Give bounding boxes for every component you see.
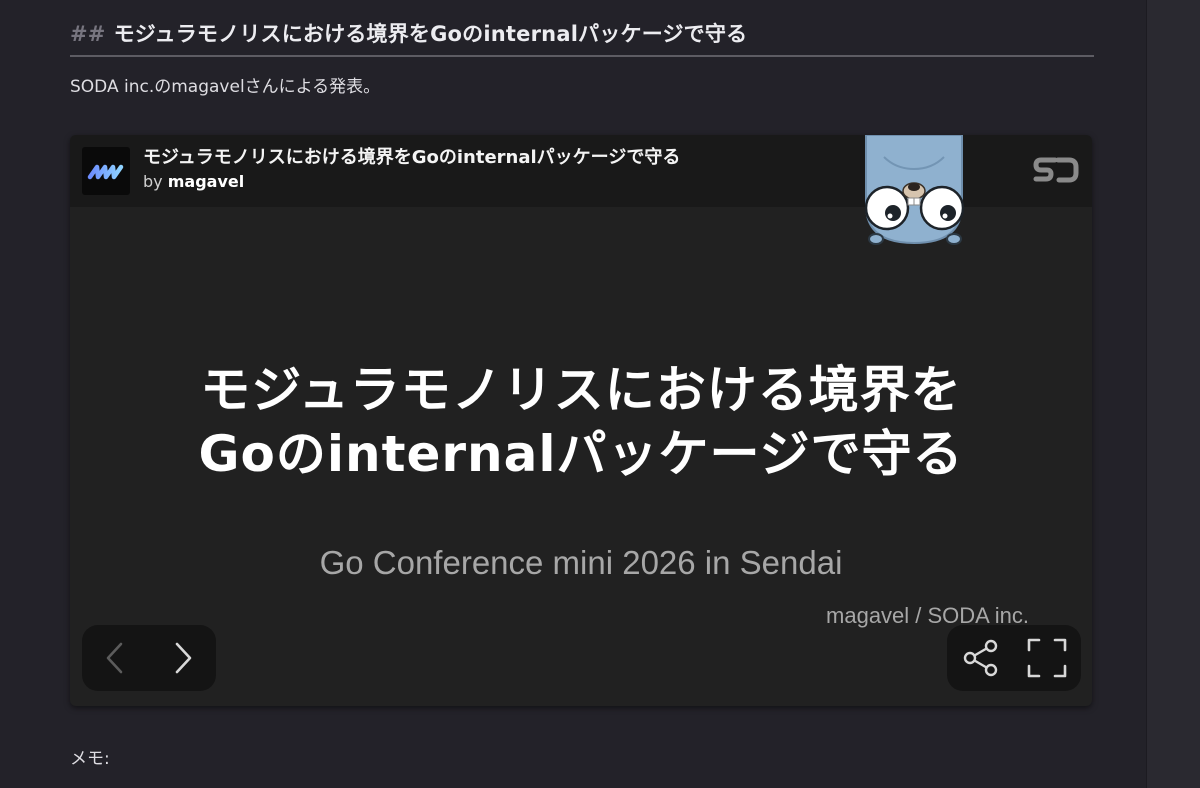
gopher-icon (864, 135, 965, 245)
right-scroll-rail (1146, 0, 1200, 788)
section-heading: ## モジュラモノリスにおける境界をGoのinternalパッケージで守る (70, 16, 1094, 52)
heading-divider (70, 55, 1094, 57)
speakerdeck-logo-icon[interactable] (1033, 155, 1079, 185)
deck-byline: by magavel (143, 171, 244, 193)
memo-label: メモ: (70, 749, 110, 769)
byline-prefix: by (143, 172, 163, 191)
slide-actions (947, 625, 1081, 691)
heading-text: モジュラモノリスにおける境界をGoのinternalパッケージで守る (113, 22, 748, 46)
previous-slide-button[interactable] (96, 638, 136, 678)
fullscreen-button[interactable] (1025, 638, 1069, 678)
slide-title-line-1: モジュラモノリスにおける境界を (200, 361, 962, 419)
chevron-left-icon (106, 642, 123, 674)
slide-embed[interactable]: モジュラモノリスにおける境界をGoのinternalパッケージで守る by ma… (70, 135, 1092, 706)
share-icon (963, 639, 998, 677)
magavel-avatar-icon[interactable] (82, 147, 130, 195)
slide-subtitle: Go Conference mini 2026 in Sendai (319, 544, 843, 581)
deck-title-link[interactable]: モジュラモノリスにおける境界をGoのinternalパッケージで守る (143, 145, 680, 171)
heading-marker: ## (70, 22, 106, 46)
slide-navigation (82, 625, 216, 691)
slide-title-line-2: Goのinternalパッケージで守る (198, 425, 964, 483)
intro-paragraph: SODA inc.のmagavelさんによる発表。 (70, 77, 381, 97)
next-slide-button[interactable] (162, 638, 202, 678)
fullscreen-icon (1027, 638, 1067, 678)
share-button[interactable] (959, 638, 1003, 678)
slide-title: モジュラモノリスにおける境界を Goのinternalパッケージで守る (70, 358, 1092, 486)
author-link[interactable]: magavel (168, 172, 244, 191)
chevron-right-icon (175, 642, 192, 674)
